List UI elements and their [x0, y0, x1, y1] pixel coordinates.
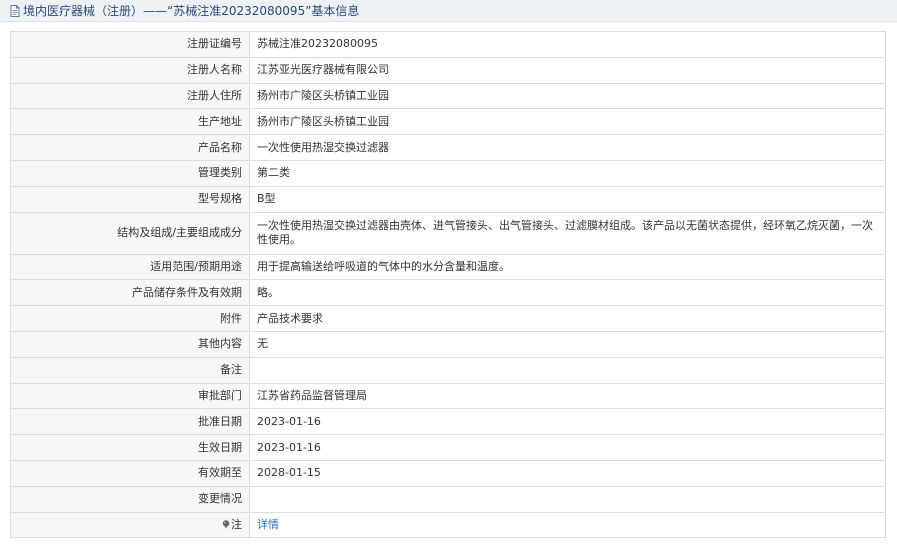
row-label: 型号规格 [10, 185, 250, 213]
table-row: 批准日期 2023-01-16 [10, 408, 886, 436]
row-value: 江苏亚光医疗器械有限公司 [249, 56, 886, 84]
row-value: 用于提高输送给呼吸道的气体中的水分含量和温度。 [249, 253, 886, 281]
row-label: 管理类别 [10, 159, 250, 187]
row-value: 无 [249, 330, 886, 358]
row-value: 江苏省药品监督管理局 [249, 382, 886, 410]
table-row: 注 详情 [10, 511, 886, 539]
row-label: 生效日期 [10, 434, 250, 461]
row-value: B型 [249, 185, 886, 213]
table-row: 注册人名称 江苏亚光医疗器械有限公司 [10, 56, 886, 84]
row-value: 2023-01-16 [249, 434, 886, 461]
row-label: 有效期至 [10, 459, 250, 487]
row-label: 变更情况 [10, 485, 250, 513]
row-value: 2028-01-15 [249, 459, 886, 487]
row-label: 其他内容 [10, 330, 250, 358]
row-value [249, 356, 886, 384]
table-row: 备注 [10, 356, 886, 384]
row-label: 生产地址 [10, 108, 250, 136]
row-label: 附件 [10, 305, 250, 332]
table-row: 产品储存条件及有效期 略。 [10, 279, 886, 307]
row-value: 产品技术要求 [249, 305, 886, 332]
row-label: 结构及组成/主要组成成分 [10, 211, 250, 255]
table-row: 有效期至 2028-01-15 [10, 459, 886, 487]
row-value: 2023-01-16 [249, 408, 886, 436]
row-value: 一次性使用热湿交换过滤器由壳体、进气管接头、出气管接头、过滤膜材组成。该产品以无… [249, 211, 886, 255]
row-label: 注册人住所 [10, 82, 250, 110]
note-label-cell: 注 [10, 511, 250, 539]
row-value: 详情 [249, 511, 886, 539]
row-label: 适用范围/预期用途 [10, 253, 250, 281]
table-row: 注册证编号 苏械注准20232080095 [10, 31, 886, 58]
table-row: 管理类别 第二类 [10, 159, 886, 187]
row-value [249, 485, 886, 513]
page-header: 境内医疗器械（注册）——“苏械注准20232080095”基本信息 [0, 0, 897, 22]
details-link[interactable]: 详情 [257, 518, 279, 531]
row-label: 注册证编号 [10, 31, 250, 58]
row-label: 注 [231, 517, 242, 531]
table-row: 适用范围/预期用途 用于提高输送给呼吸道的气体中的水分含量和温度。 [10, 253, 886, 281]
row-label: 产品储存条件及有效期 [10, 279, 250, 307]
table-row: 结构及组成/主要组成成分 一次性使用热湿交换过滤器由壳体、进气管接头、出气管接头… [10, 211, 886, 255]
row-label: 产品名称 [10, 134, 250, 161]
page-title: 境内医疗器械（注册）——“苏械注准20232080095”基本信息 [23, 4, 360, 18]
row-value: 一次性使用热湿交换过滤器 [249, 134, 886, 161]
row-value: 扬州市广陵区头桥镇工业园 [249, 108, 886, 136]
pin-icon [222, 520, 230, 529]
row-label: 注册人名称 [10, 56, 250, 84]
table-row: 生产地址 扬州市广陵区头桥镇工业园 [10, 108, 886, 136]
table-row: 生效日期 2023-01-16 [10, 434, 886, 461]
table-row: 注册人住所 扬州市广陵区头桥镇工业园 [10, 82, 886, 110]
row-label: 备注 [10, 356, 250, 384]
table-row: 型号规格 B型 [10, 185, 886, 213]
row-label: 审批部门 [10, 382, 250, 410]
table-row: 审批部门 江苏省药品监督管理局 [10, 382, 886, 410]
row-value: 苏械注准20232080095 [249, 31, 886, 58]
table-row: 附件 产品技术要求 [10, 305, 886, 332]
registration-info-table: 注册证编号 苏械注准20232080095 注册人名称 江苏亚光医疗器械有限公司… [10, 31, 886, 539]
row-value: 略。 [249, 279, 886, 307]
document-icon [10, 4, 20, 17]
table-row: 变更情况 [10, 485, 886, 513]
table-row: 其他内容 无 [10, 330, 886, 358]
table-row: 产品名称 一次性使用热湿交换过滤器 [10, 134, 886, 161]
row-value: 扬州市广陵区头桥镇工业园 [249, 82, 886, 110]
row-value: 第二类 [249, 159, 886, 187]
row-label: 批准日期 [10, 408, 250, 436]
